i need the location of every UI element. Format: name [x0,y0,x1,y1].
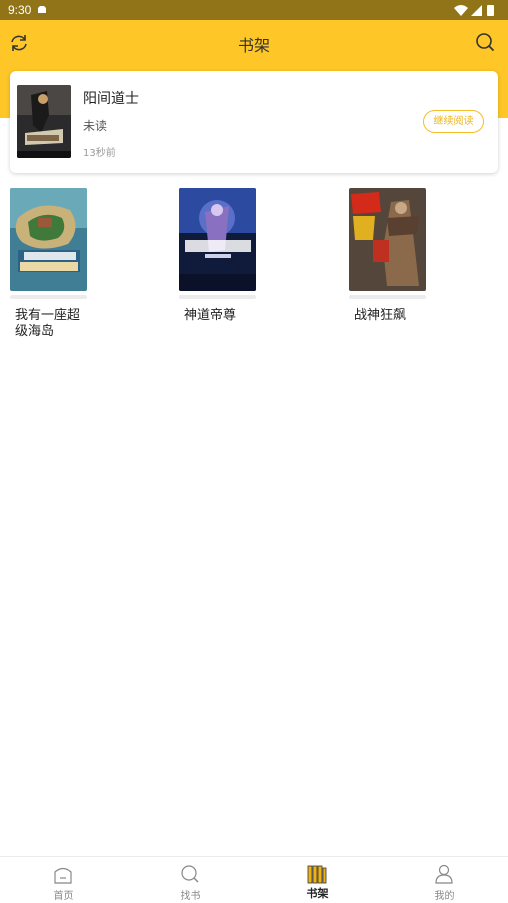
book-shelf-shadow [179,295,256,299]
bookshelf-icon [307,865,327,884]
nav-bookshelf[interactable]: 书架 [254,857,381,903]
book-title[interactable]: 我有一座超级海岛 [15,308,87,340]
book-title[interactable]: 战神狂飙 [354,308,426,324]
bookshelf-item[interactable]: 神道帝尊 [179,188,269,348]
last-read-time: 13秒前 [83,148,116,159]
nav-home[interactable]: 首页 [0,857,127,903]
nav-label-home: 首页 [53,891,74,902]
status-time: 9:30 [8,3,32,17]
nav-mine[interactable]: 我的 [381,857,508,903]
nav-label-bookshelf: 书架 [306,887,329,900]
read-status: 未读 [83,119,108,133]
recent-book-title: 阳间道士 [83,91,139,107]
book-cover[interactable] [10,188,87,291]
continue-reading-button[interactable]: 继续阅读 [423,110,484,133]
nav-label-mine: 我的 [434,891,455,902]
status-icons [454,5,494,16]
status-bar: 9:30 [0,0,508,20]
book-shelf-shadow [10,295,87,299]
recent-reading-card[interactable]: 阳间道士 未读 13秒前 继续阅读 [10,71,498,173]
book-title[interactable]: 神道帝尊 [184,308,256,324]
book-cover[interactable] [179,188,256,291]
android-icon [38,6,46,13]
home-icon [54,867,72,884]
search-icon [181,865,199,883]
book-cover[interactable] [349,188,426,291]
signal-icon [471,5,482,16]
search-icon[interactable] [474,31,496,53]
book-cover[interactable] [17,85,71,158]
bookshelf-item[interactable]: 我有一座超级海岛 [10,188,100,348]
wifi-icon [454,5,468,16]
nav-find-books[interactable]: 找书 [127,857,254,903]
bottom-nav: 首页 找书 书架 我的 [0,856,508,903]
book-shelf-shadow [349,295,426,299]
page-title: 书架 [237,36,270,55]
bookshelf-item[interactable]: 战神狂飙 [349,188,439,348]
user-icon [435,864,453,884]
nav-label-find-books: 找书 [180,891,201,902]
battery-icon [487,5,494,16]
